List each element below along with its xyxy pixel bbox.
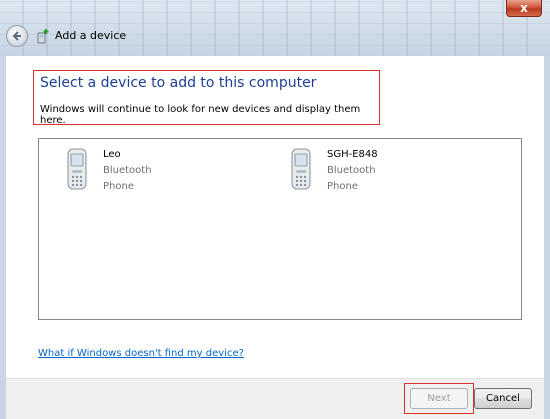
device-name: Leo xyxy=(103,149,121,160)
device-name: SGH-E848 xyxy=(327,149,378,160)
instruction-text: Windows will continue to look for new de… xyxy=(40,104,361,126)
title-bar: x Add a device xyxy=(0,0,550,56)
dialog-content: Select a device to add to this computer … xyxy=(6,56,544,378)
help-link[interactable]: What if Windows doesn't find my device? xyxy=(38,348,244,359)
back-button[interactable] xyxy=(6,25,28,47)
next-highlight: Next xyxy=(404,383,474,414)
device-category: Phone xyxy=(103,181,134,192)
button-bar: Next Cancel xyxy=(6,378,544,419)
back-arrow-icon xyxy=(12,31,21,41)
close-button[interactable]: x xyxy=(506,0,542,17)
add-device-icon xyxy=(37,29,49,44)
list-item[interactable]: SGH-E848 Bluetooth Phone xyxy=(289,145,419,193)
list-item[interactable]: Leo Bluetooth Phone xyxy=(65,145,185,193)
cancel-button[interactable]: Cancel xyxy=(474,388,532,409)
device-list[interactable]: Leo Bluetooth Phone SGH-E848 Bluetooth P… xyxy=(38,138,522,320)
heading-highlight: Select a device to add to this computer … xyxy=(33,70,380,126)
device-type: Bluetooth xyxy=(103,165,152,176)
phone-icon xyxy=(291,148,311,190)
window-title: Add a device xyxy=(55,29,127,42)
device-type: Bluetooth xyxy=(327,165,376,176)
device-category: Phone xyxy=(327,181,358,192)
page-title: Select a device to add to this computer xyxy=(40,75,317,91)
phone-icon xyxy=(67,148,87,190)
next-button[interactable]: Next xyxy=(410,388,468,409)
